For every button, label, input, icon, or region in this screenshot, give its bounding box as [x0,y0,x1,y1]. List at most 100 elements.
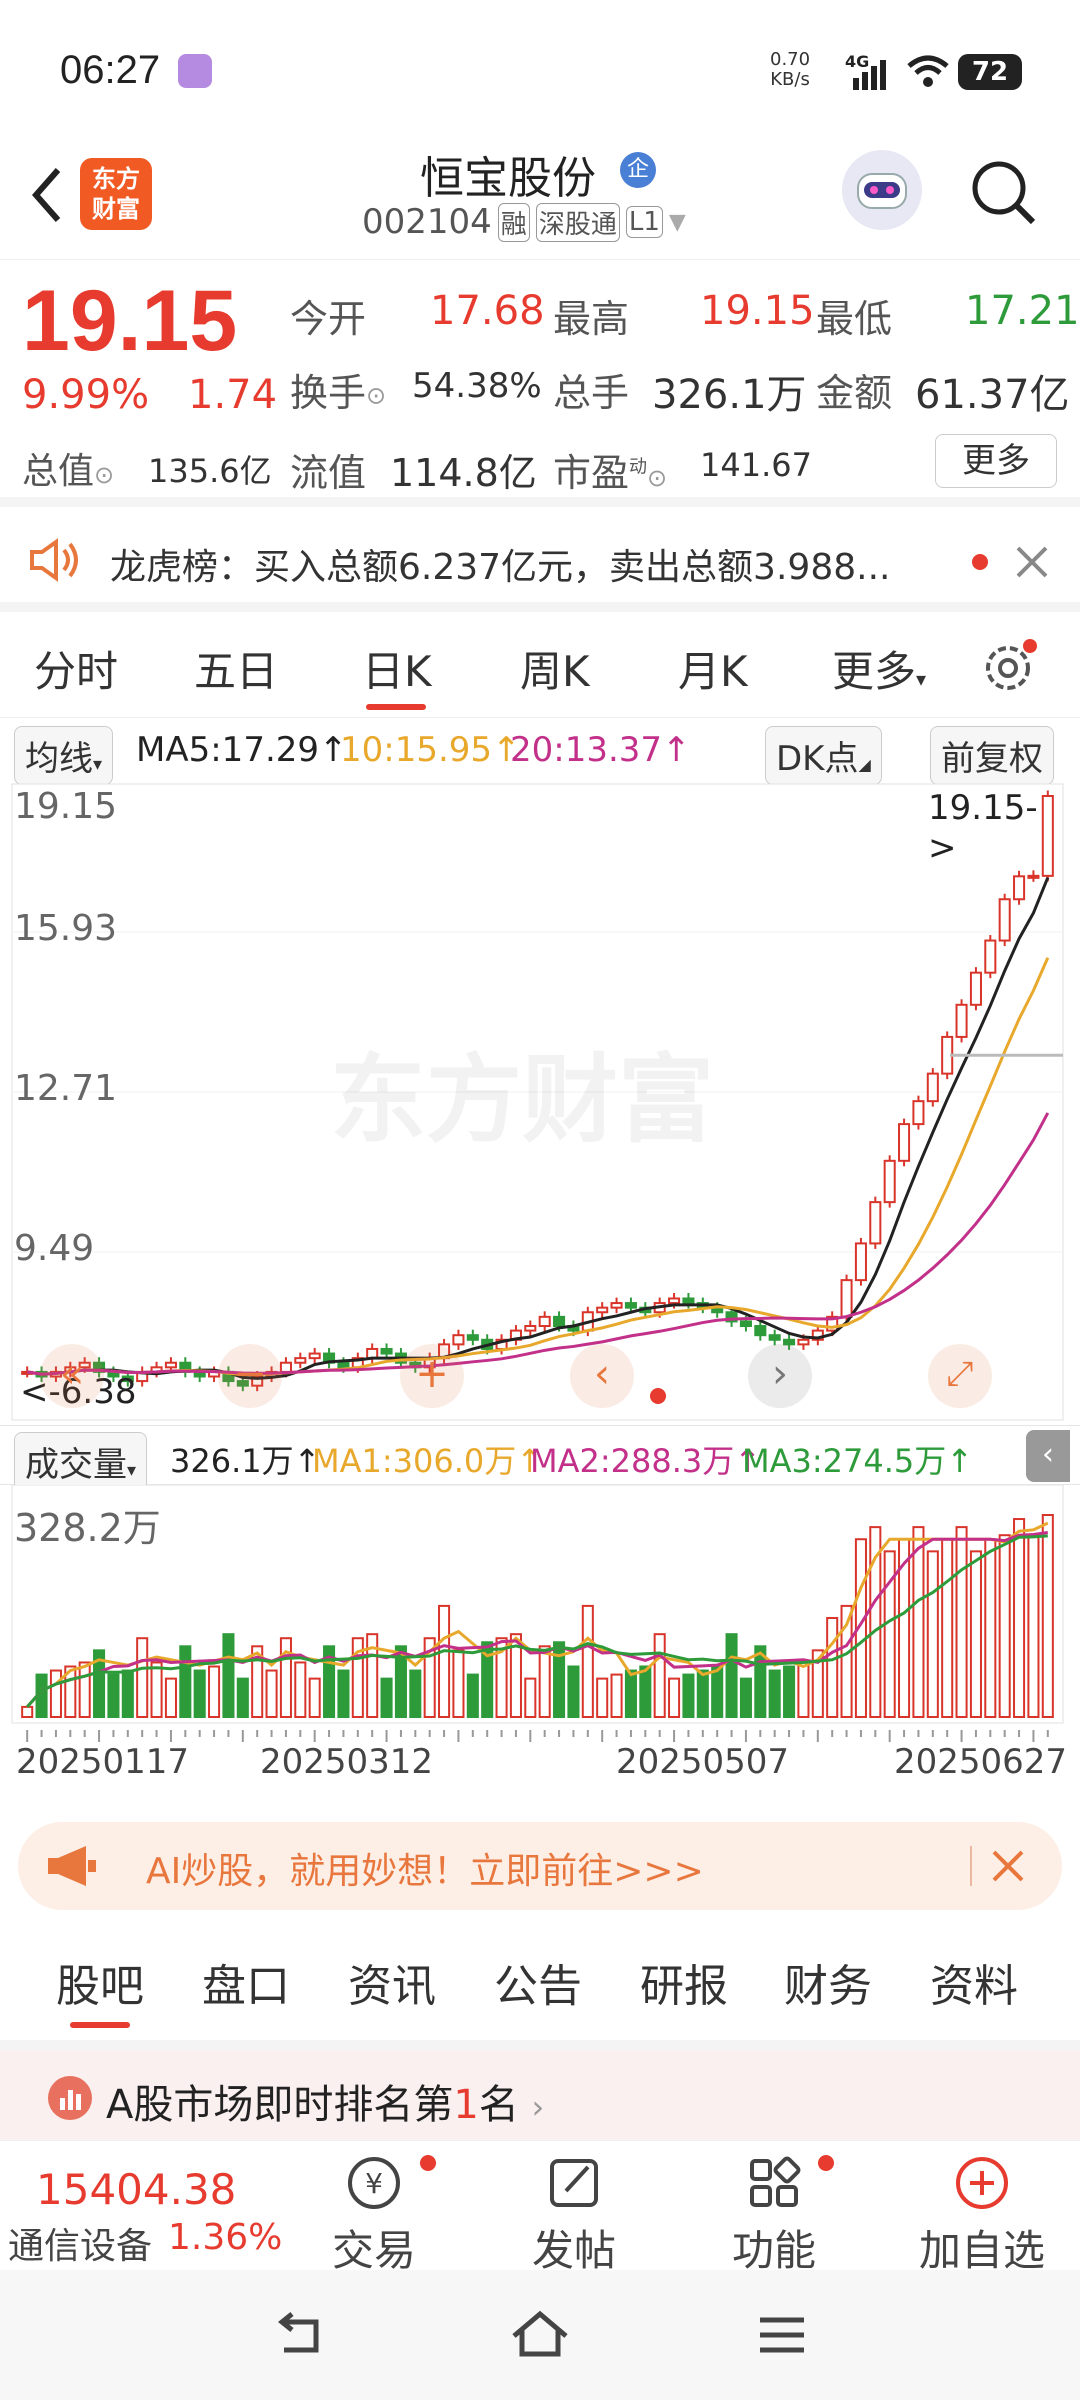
trade-label[interactable]: 交易 [294,2217,454,2278]
ai-banner[interactable]: AI炒股，就用妙想！立即前往>>> [18,1822,1062,1910]
chevron-down-icon[interactable]: ▼ [669,210,686,235]
info-icon[interactable]: ⊙ [94,461,114,489]
volume-bar [926,1550,939,1718]
ma-row: 均线▾ MA5:17.29↑ 10:15.95↑ 20:13.37↑ DK点◢ … [0,722,1080,785]
home-nav-icon[interactable] [508,2306,572,2366]
kline-chart[interactable]: 东方财富 19.15 15.93 12.71 9.49 19.15-> <-6.… [10,782,1065,1422]
ma10-value: 10:15.95↑ [340,730,521,770]
brand-logo[interactable]: 东方 财富 [80,158,152,230]
volume-bar [668,1677,681,1718]
settings-icon[interactable] [982,638,1038,698]
fullscreen-icon[interactable]: ⤢ [928,1344,992,1408]
candle [668,1297,681,1305]
cursor-dot [650,1388,666,1404]
tab-intraday[interactable]: 分时 [34,638,118,699]
back-nav-icon[interactable] [270,2310,330,2364]
adjust-button[interactable]: 前复权 [930,726,1054,785]
volume-bar [136,1637,149,1718]
volume-bar [725,1633,738,1718]
status-bar: 06:27 0.70 KB/s 4G 72 [0,0,1080,140]
close-icon[interactable] [1012,542,1052,586]
volume-bar [1013,1518,1026,1719]
tab-finance[interactable]: 财务 [784,1950,872,2014]
volume-chart[interactable]: 328.2万 [10,1484,1065,1725]
tab-more[interactable]: 更多▾ [832,638,926,699]
more-button[interactable]: 更多 [935,434,1057,488]
candle [754,1325,767,1337]
volume-bar [279,1637,292,1718]
date-label-2: 20250312 [260,1742,434,1782]
volume-bar [653,1633,666,1718]
tab-forum[interactable]: 股吧 [56,1950,144,2014]
collapse-panel-icon[interactable]: ‹ [1026,1430,1070,1482]
tag-margin: 融 [497,202,530,242]
index-value[interactable]: 15404.38 [36,2165,236,2214]
tab-weekly-k[interactable]: 周K [520,638,590,699]
zoom-out-icon[interactable]: − [218,1344,282,1408]
volume-bar [768,1669,781,1718]
low-value: 17.21 [965,288,1080,334]
volume-bar [711,1665,724,1718]
candle [739,1320,752,1328]
tab-news[interactable]: 资讯 [348,1950,436,2014]
app-notification-icon [178,54,212,88]
add-watchlist-label[interactable]: 加自选 [902,2217,1062,2278]
candle [969,971,982,1006]
market-rank-banner[interactable]: A股市场即时排名第1名 › [0,2040,1080,2140]
info-icon[interactable]: ⊙ [366,382,386,410]
dk-point-button[interactable]: DK点◢ [765,726,882,785]
add-watchlist-icon[interactable] [952,2153,1012,2217]
volume-bar [21,1705,34,1718]
volume-axis-max: 328.2万 [14,1506,161,1550]
net-speed: 0.70 KB/s [770,49,811,90]
candle [308,1352,321,1360]
quote-panel: 19.15 9.99% 1.74 今开 17.68 最高 19.15 最低 17… [0,262,1080,507]
tab-daily-k[interactable]: 日K [362,638,432,699]
tab-announcements[interactable]: 公告 [494,1950,582,2014]
volume-bar [610,1673,623,1718]
search-icon[interactable] [965,154,1041,234]
volume-svg[interactable] [10,1484,1065,1725]
post-label[interactable]: 发帖 [494,2217,654,2278]
notice-text: 龙虎榜：买入总额6.237亿元，卖出总额3.988... [110,547,891,588]
info-icon[interactable]: ⊙ [647,464,667,492]
tab-five-day[interactable]: 五日 [194,638,278,699]
menu-nav-icon[interactable] [752,2310,812,2364]
trade-icon[interactable]: ¥ [344,2153,404,2217]
function-icon[interactable] [744,2153,804,2217]
open-value: 17.68 [430,288,545,334]
content-tabs: 股吧 盘口 资讯 公告 研报 财务 资料 [0,1930,1080,2030]
close-icon[interactable] [988,1846,1028,1890]
volume-select[interactable]: 成交量▾ [14,1432,148,1491]
tab-monthly-k[interactable]: 月K [678,638,748,699]
step-right-icon[interactable]: › [748,1344,812,1408]
step-left-icon[interactable]: ‹ [570,1344,634,1408]
vol-ma1: MA1:306.0万↑ [312,1442,544,1480]
ma-select[interactable]: 均线▾ [14,726,114,785]
robot-assistant-icon[interactable] [842,150,922,230]
tab-profile[interactable]: 资料 [930,1950,1018,2014]
wifi-icon [905,50,951,94]
candle [610,1302,623,1309]
volume-bar [969,1550,982,1718]
zoom-in-icon[interactable]: + [400,1344,464,1408]
candle [998,898,1011,942]
back-icon[interactable] [22,160,72,230]
candle [797,1338,810,1346]
volume-bar [107,1673,120,1718]
candle [538,1315,551,1328]
chart-prev-icon[interactable]: « [40,1344,104,1408]
post-icon[interactable] [544,2153,604,2217]
tab-research[interactable]: 研报 [640,1950,728,2014]
tab-orderbook[interactable]: 盘口 [202,1950,290,2014]
function-label[interactable]: 功能 [694,2217,854,2278]
date-label-3: 20250507 [616,1742,790,1782]
turnover-value: 54.38% [412,366,542,406]
high-label: 最高 [553,297,630,341]
signal-icon: 4G [845,52,895,92]
dragon-tiger-notice[interactable]: 龙虎榜：买入总额6.237亿元，卖出总额3.988... [0,510,1080,612]
volume-bar [380,1677,393,1718]
turnover-label: 换手⊙ [290,371,387,415]
volume-bar [639,1665,652,1718]
candle [883,1159,896,1204]
